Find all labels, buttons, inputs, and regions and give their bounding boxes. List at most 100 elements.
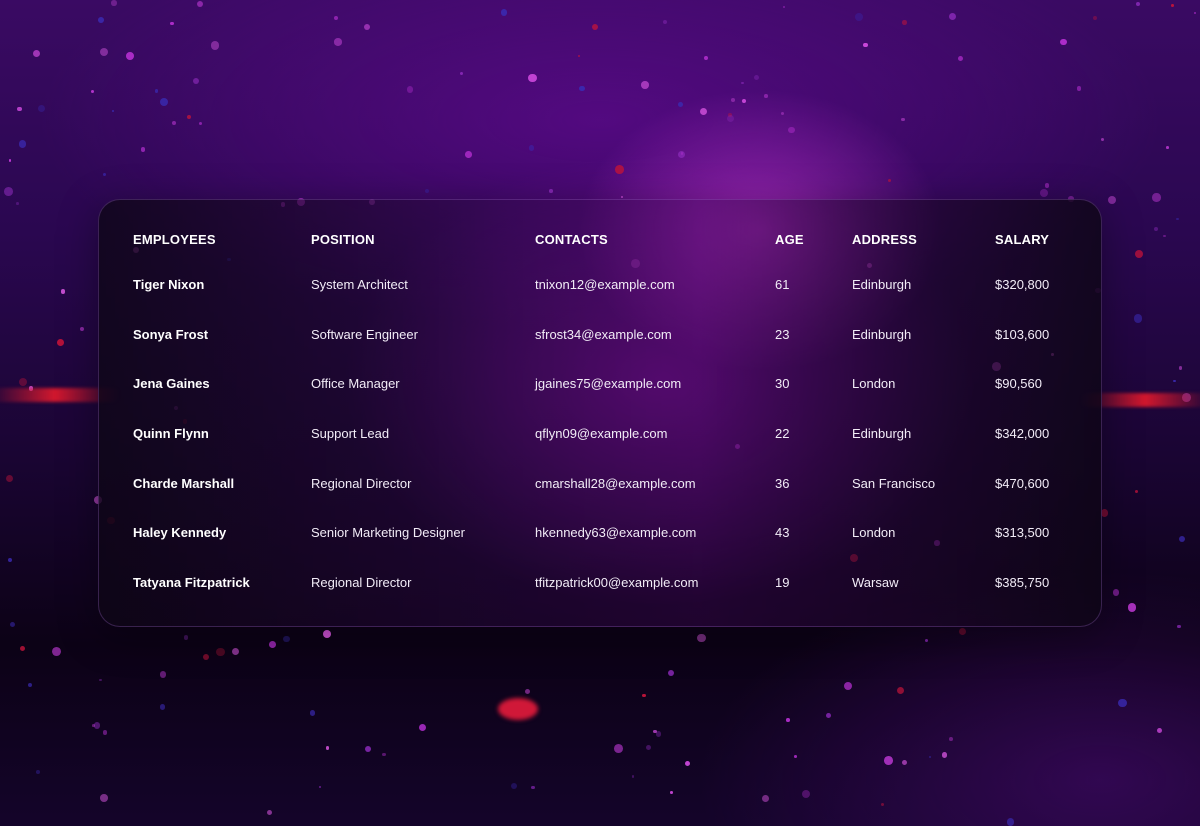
background-particle xyxy=(4,186,13,196)
employee-position: Regional Director xyxy=(311,574,412,590)
background-particle xyxy=(577,54,581,58)
employee-age: 30 xyxy=(775,376,790,392)
employee-contact: qflyn09@example.com xyxy=(535,426,668,442)
background-particle xyxy=(1170,4,1174,7)
background-particle xyxy=(700,108,708,116)
employee-contact: tnixon12@example.com xyxy=(535,277,675,293)
background-particle xyxy=(527,73,537,83)
header-age[interactable]: AGE xyxy=(775,218,852,260)
background-particle xyxy=(16,201,19,205)
employee-address: Edinburgh xyxy=(852,426,912,442)
background-particle xyxy=(160,98,169,107)
table-row[interactable]: Tatyana Fitzpatrick Regional Director tf… xyxy=(133,558,1083,608)
background-particle xyxy=(203,654,210,661)
background-particle xyxy=(323,630,332,639)
table-row[interactable]: Haley Kennedy Senior Marketing Designer … xyxy=(133,508,1083,558)
background-particle xyxy=(334,38,342,46)
header-salary[interactable]: SALARY xyxy=(995,218,1083,260)
header-address[interactable]: ADDRESS xyxy=(852,218,995,260)
table-row[interactable]: Quinn Flynn Support Lead qflyn09@example… xyxy=(133,409,1083,459)
background-particle xyxy=(897,686,905,694)
background-particle xyxy=(36,769,40,774)
background-particle xyxy=(957,56,963,62)
background-particle xyxy=(641,81,649,89)
background-particle xyxy=(60,289,66,294)
background-particle xyxy=(684,760,691,767)
background-particle xyxy=(1133,314,1143,323)
background-particle xyxy=(697,633,706,643)
background-particle xyxy=(267,809,273,815)
background-particle xyxy=(333,16,339,21)
employee-position: Regional Director xyxy=(311,475,412,491)
background-particle xyxy=(6,474,14,483)
background-particle xyxy=(103,730,108,735)
background-particle xyxy=(1045,183,1050,188)
employee-salary: $385,750 xyxy=(995,574,1050,590)
background-particle xyxy=(730,97,735,102)
employee-age: 43 xyxy=(775,525,790,541)
background-particle xyxy=(198,122,203,126)
background-particle xyxy=(1176,217,1179,220)
background-particle xyxy=(170,21,174,26)
background-particle xyxy=(645,744,652,751)
background-particle xyxy=(1059,38,1067,46)
background-red-blob xyxy=(498,698,538,720)
employee-salary: $470,600 xyxy=(995,475,1050,491)
employee-age: 36 xyxy=(775,475,790,491)
background-particle xyxy=(1152,193,1161,202)
background-particle xyxy=(19,140,27,148)
background-particle xyxy=(764,94,768,98)
background-particle xyxy=(159,704,166,710)
background-particle xyxy=(500,9,507,16)
header-contacts[interactable]: CONTACTS xyxy=(535,218,775,260)
table-row[interactable]: Charde Marshall Regional Director cmarsh… xyxy=(133,458,1083,508)
background-particle xyxy=(531,785,535,789)
background-particle xyxy=(8,557,13,562)
employee-address: Warsaw xyxy=(852,574,899,590)
table-header-row: EMPLOYEES POSITION CONTACTS AGE ADDRESS … xyxy=(133,218,1083,260)
background-particle xyxy=(111,0,117,6)
background-particle xyxy=(924,638,928,642)
background-particle xyxy=(1178,366,1183,370)
employee-contact: jgaines75@example.com xyxy=(535,376,682,392)
background-particle xyxy=(621,196,624,199)
table-row[interactable]: Tiger Nixon System Architect tnixon12@ex… xyxy=(133,260,1083,310)
background-particle xyxy=(1153,226,1159,232)
background-particle xyxy=(941,751,948,758)
background-particle xyxy=(10,621,16,627)
background-particle xyxy=(958,627,967,636)
background-particle xyxy=(726,114,735,123)
background-particle xyxy=(126,52,134,60)
background-particle xyxy=(641,693,646,698)
background-particle xyxy=(1194,11,1197,14)
header-employees[interactable]: EMPLOYEES xyxy=(133,218,311,260)
background-particle xyxy=(655,731,662,737)
background-particle xyxy=(780,111,785,116)
background-particle xyxy=(1177,625,1181,629)
background-particle xyxy=(102,173,106,176)
table-row[interactable]: Jena Gaines Office Manager jgaines75@exa… xyxy=(133,359,1083,409)
background-particle xyxy=(614,743,623,753)
header-position[interactable]: POSITION xyxy=(311,218,535,260)
background-particle xyxy=(232,648,240,656)
background-particle xyxy=(680,152,683,155)
background-particle xyxy=(186,115,191,120)
background-particle xyxy=(1165,146,1169,149)
background-particle xyxy=(591,24,598,31)
background-particle xyxy=(741,81,744,85)
employee-age: 61 xyxy=(775,277,790,293)
table-row[interactable]: Sonya Frost Software Engineer sfrost34@e… xyxy=(133,310,1083,360)
background-particle xyxy=(631,775,635,778)
employee-contact: cmarshall28@example.com xyxy=(535,475,696,491)
background-particle xyxy=(112,109,115,112)
background-particle xyxy=(51,647,61,657)
background-particle xyxy=(786,718,790,722)
employee-age: 23 xyxy=(775,326,790,342)
background-particle xyxy=(27,683,32,688)
background-particle xyxy=(855,13,863,22)
background-particle xyxy=(382,752,386,757)
background-particle xyxy=(100,794,108,802)
background-particle xyxy=(1006,817,1015,826)
employee-name: Haley Kennedy xyxy=(133,525,227,541)
employee-salary: $90,560 xyxy=(995,376,1042,392)
